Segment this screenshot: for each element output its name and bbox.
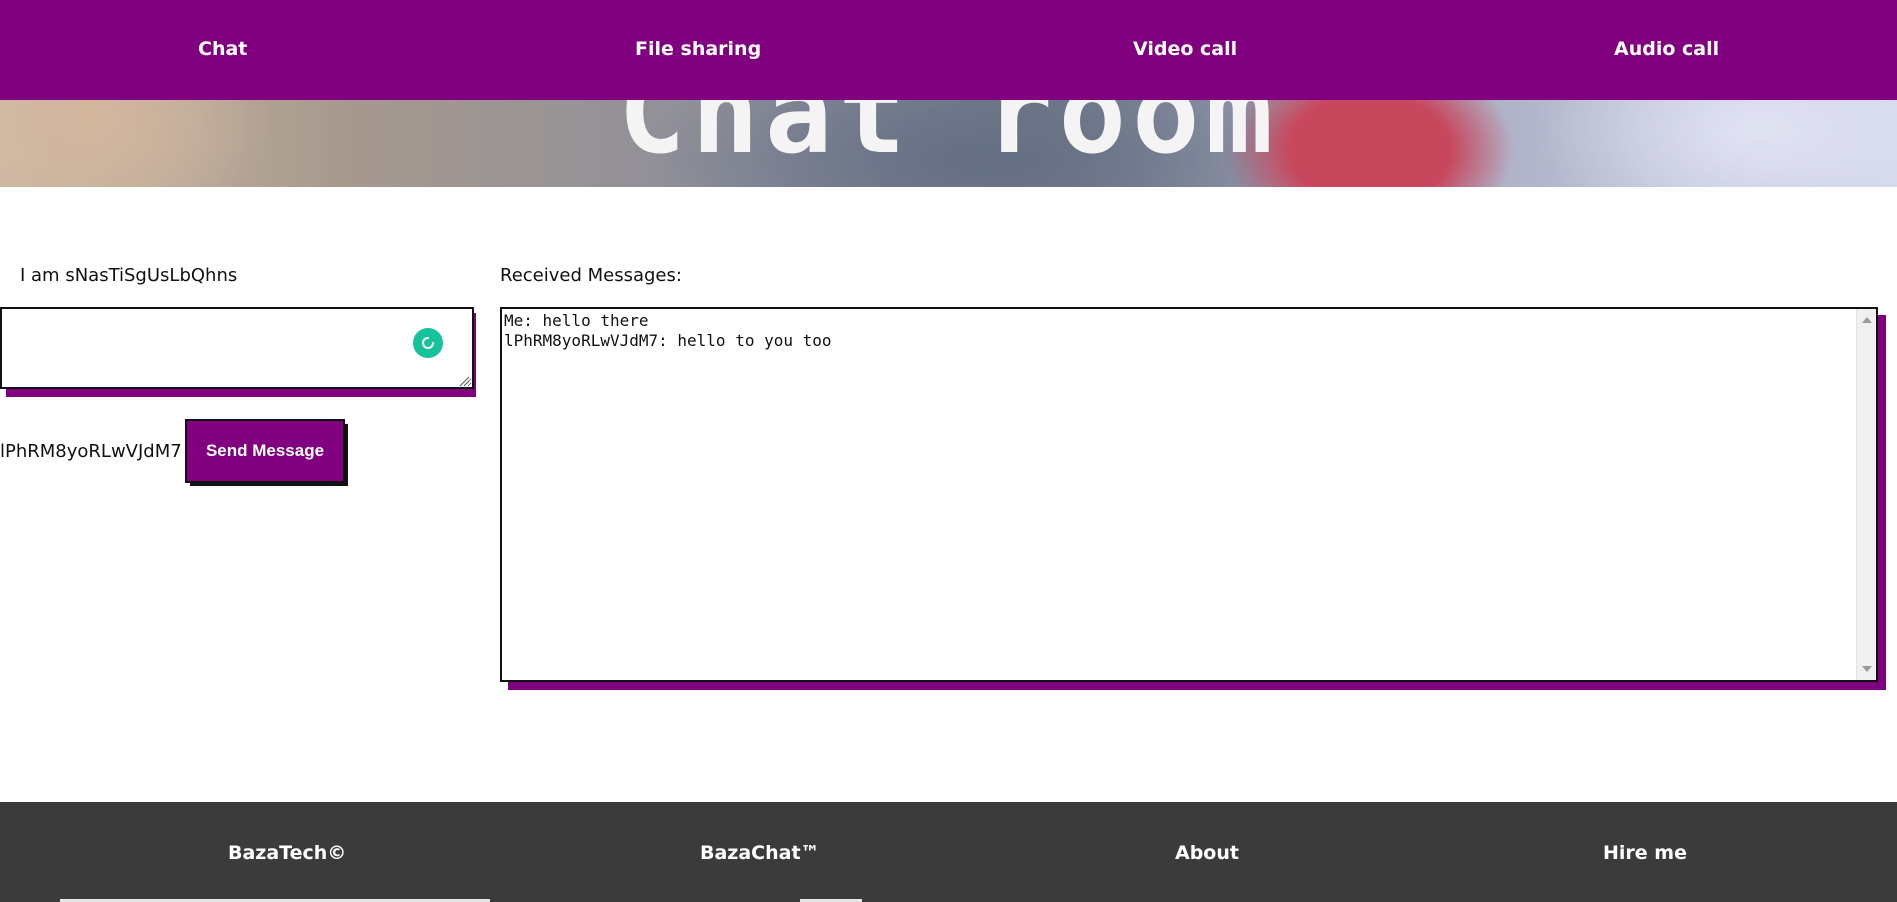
- scroll-down-arrow-icon[interactable]: [1862, 666, 1872, 672]
- resize-grip-icon[interactable]: [458, 375, 470, 387]
- nav-item-file-sharing[interactable]: File sharing: [635, 38, 761, 60]
- message-input-container: [0, 307, 476, 397]
- received-messages-label: Received Messages:: [500, 265, 682, 286]
- send-message-button[interactable]: Send Message: [185, 419, 345, 483]
- received-messages-container: Me: hello there lPhRM8yoRLwVJdM7: hello …: [500, 307, 1886, 690]
- nav-item-video-call[interactable]: Video call: [1133, 38, 1237, 60]
- received-messages-scrollbar[interactable]: [1856, 309, 1876, 680]
- user-identity: I am sNasTiSgUsLbQhns: [20, 265, 238, 286]
- message-input[interactable]: [0, 307, 474, 389]
- nav-item-chat[interactable]: Chat: [198, 38, 247, 60]
- recipient-id: lPhRM8yoRLwVJdM7: [0, 441, 182, 462]
- received-messages-text: Me: hello there lPhRM8yoRLwVJdM7: hello …: [504, 311, 832, 350]
- grammarly-icon[interactable]: [413, 328, 443, 358]
- footer-item-bazatech[interactable]: BazaTech©: [228, 842, 346, 864]
- nav-item-audio-call[interactable]: Audio call: [1614, 38, 1719, 60]
- scroll-up-arrow-icon[interactable]: [1862, 317, 1872, 323]
- send-button-container: Send Message: [185, 419, 349, 486]
- received-messages-box[interactable]: Me: hello there lPhRM8yoRLwVJdM7: hello …: [500, 307, 1878, 682]
- footer-item-bazachat[interactable]: BazaChat™: [700, 842, 820, 864]
- footer-item-hire-me[interactable]: Hire me: [1603, 842, 1687, 864]
- top-nav: Chat File sharing Video call Audio call: [0, 0, 1897, 100]
- footer-item-about[interactable]: About: [1175, 842, 1239, 864]
- footer: BazaTech© BazaChat™ About Hire me: [0, 802, 1897, 902]
